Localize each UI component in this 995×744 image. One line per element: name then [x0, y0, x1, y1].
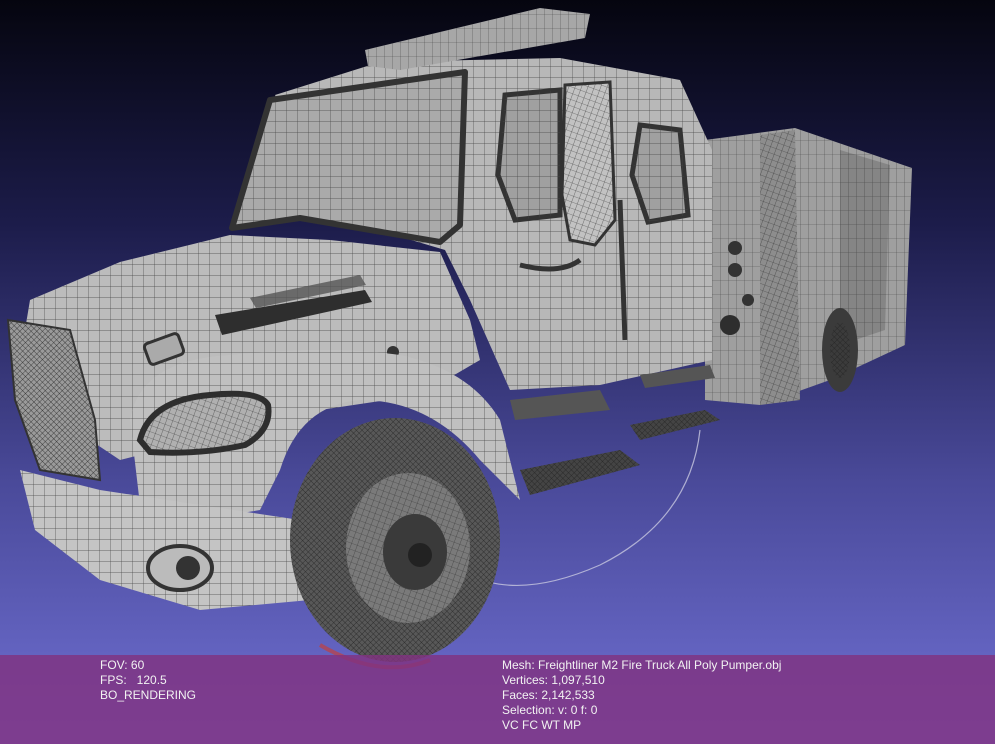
3d-viewport[interactable] — [0, 0, 995, 744]
wireframe-mesh-render[interactable] — [0, 0, 995, 744]
render-flags-readout: VC FC WT MP — [502, 718, 582, 732]
selection-readout: Selection: v: 0 f: 0 — [502, 703, 598, 717]
info-overlay: FOV: 60 FPS: 120.5 BO_RENDERING Mesh: Fr… — [0, 655, 995, 744]
vertices-readout: Vertices: 1,097,510 — [502, 673, 605, 687]
front-wheel — [290, 418, 500, 670]
render-mode-readout: BO_RENDERING — [100, 688, 197, 702]
fov-readout: FOV: 60 — [100, 658, 145, 672]
mesh-stats: Mesh: Freightliner M2 Fire Truck All Pol… — [502, 658, 781, 733]
render-stats: FOV: 60 FPS: 120.5 BO_RENDERING — [100, 658, 196, 703]
pump-body — [705, 128, 912, 405]
fps-readout: FPS: 120.5 — [100, 673, 167, 687]
faces-readout: Faces: 2,142,533 — [502, 688, 595, 702]
mesh-name-readout: Mesh: Freightliner M2 Fire Truck All Pol… — [502, 658, 782, 672]
